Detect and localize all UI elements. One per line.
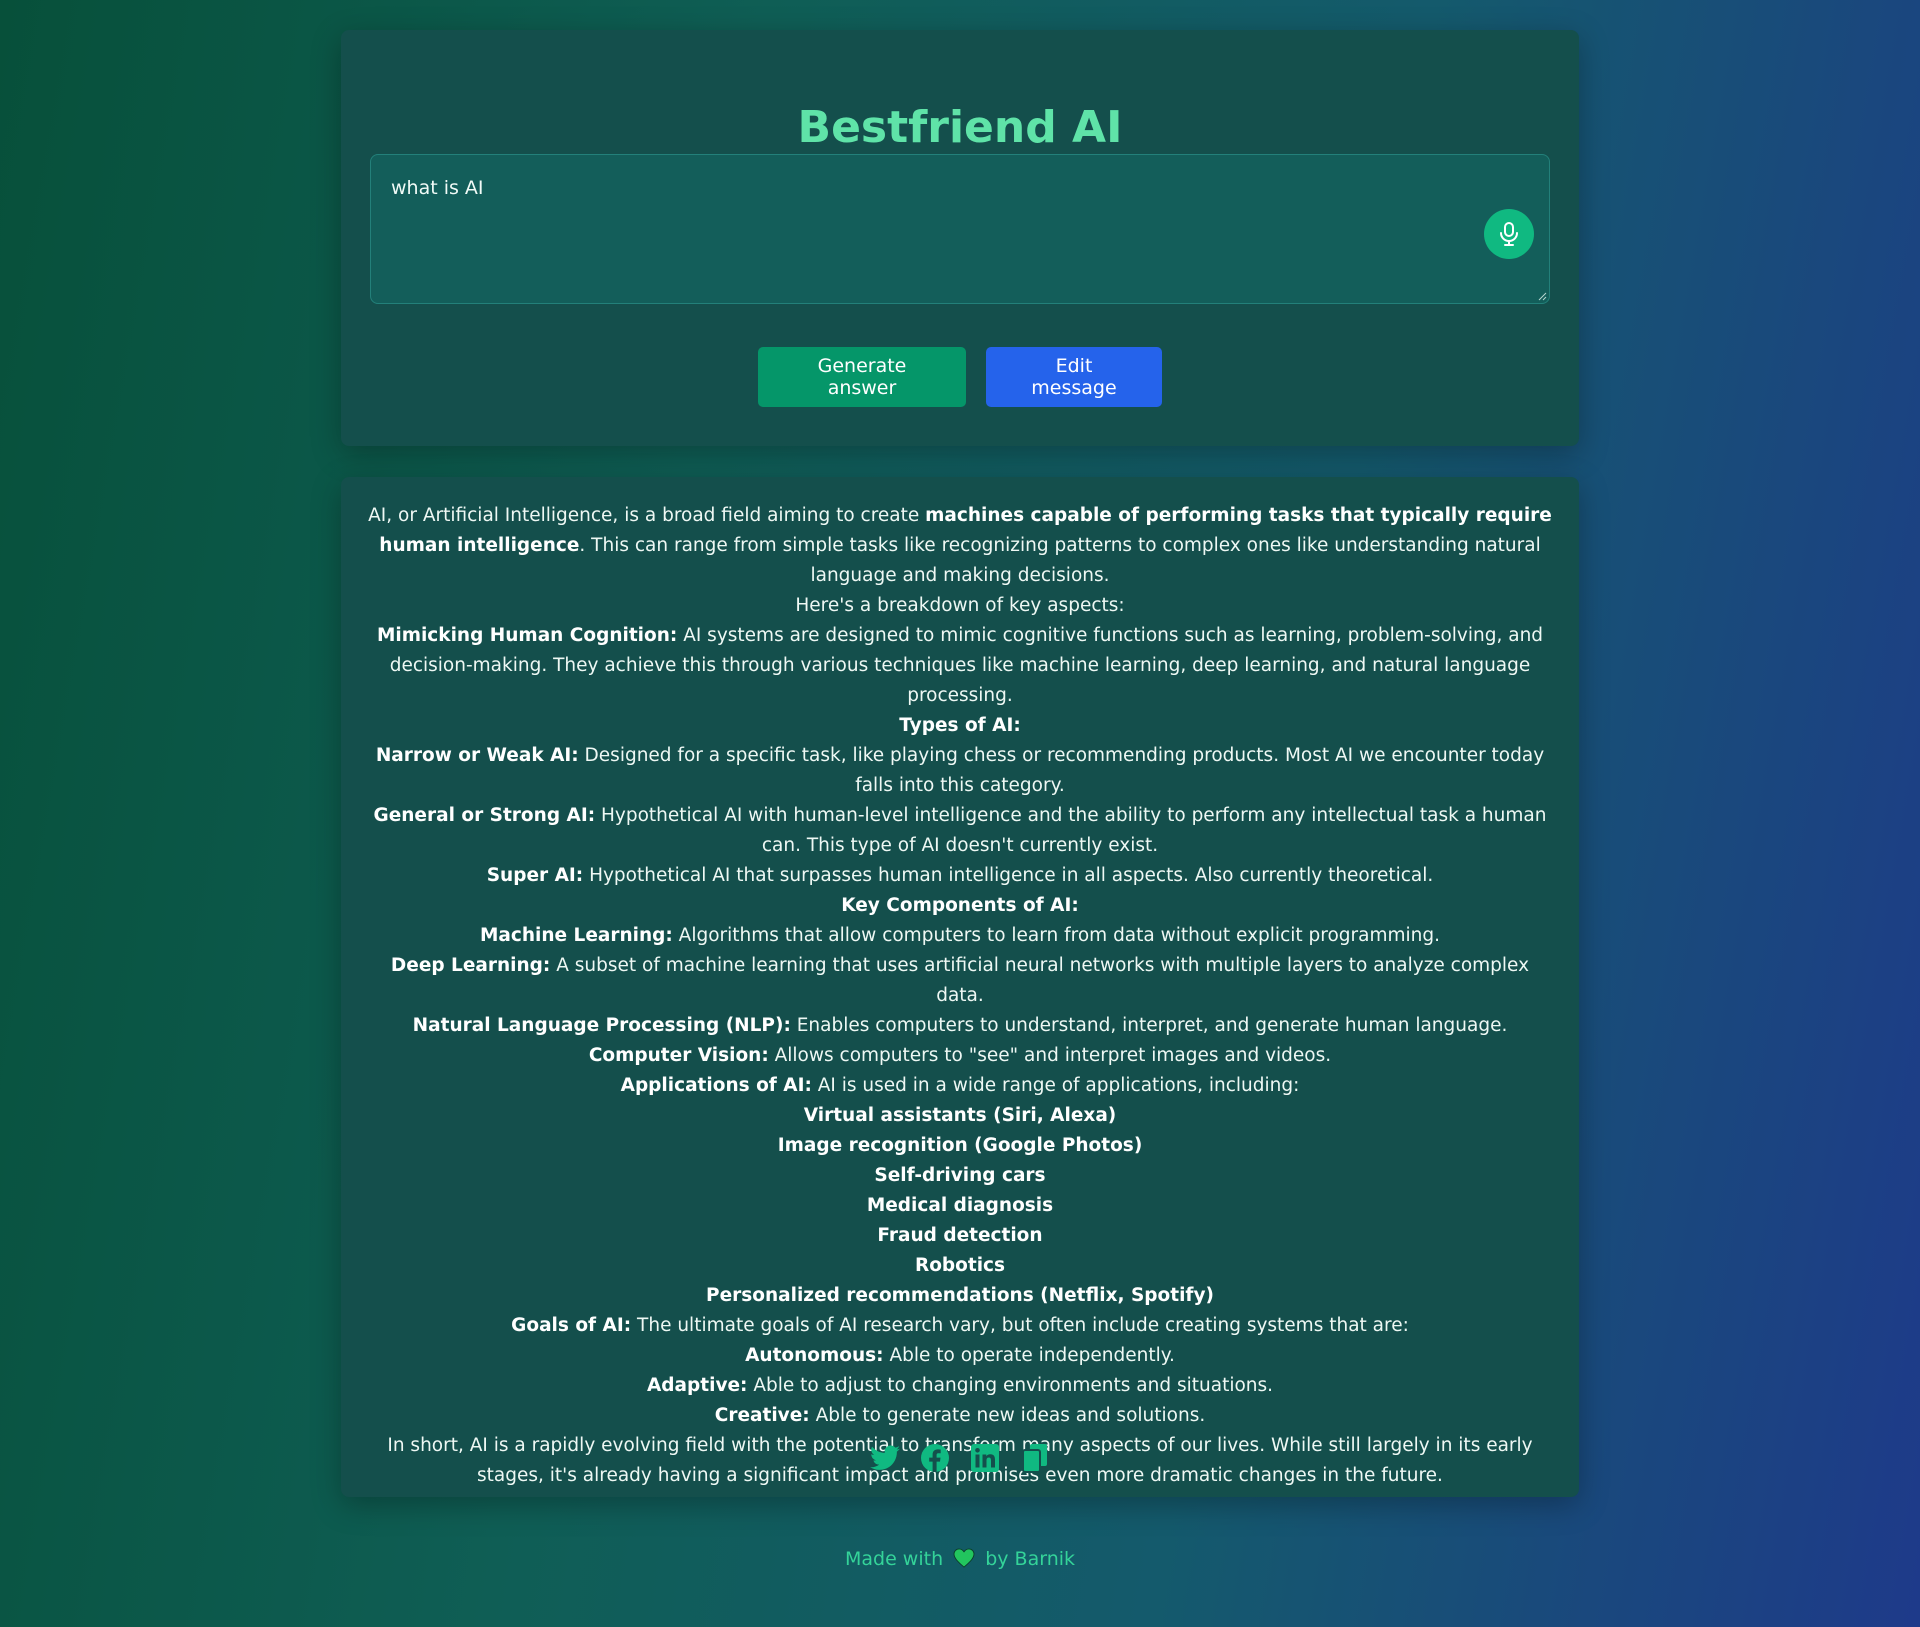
input-card: Bestfriend AI what is AI Generate answer… [341, 30, 1579, 446]
answer-nlp: Natural Language Processing (NLP): Enabl… [412, 1015, 1508, 1036]
action-buttons: Generate answer Edit message [341, 347, 1579, 407]
microphone-button[interactable] [1484, 209, 1534, 259]
list-item: Self-driving cars [874, 1165, 1046, 1186]
answer-adaptive: Adaptive: Able to adjust to changing env… [646, 1375, 1274, 1396]
app-title: Bestfriend AI [797, 102, 1123, 153]
footer-prefix: Made with [844, 1548, 944, 1570]
footer: Made with by Barnik [0, 1548, 1920, 1570]
edit-message-button[interactable]: Edit message [986, 347, 1162, 407]
answer-mimicking: Mimicking Human Cognition: AI systems ar… [376, 625, 1544, 706]
components-heading: Key Components of AI: [841, 895, 1079, 916]
list-item: Medical diagnosis [866, 1195, 1054, 1216]
answer-breakdown: Here's a breakdown of key aspects: [795, 595, 1125, 616]
answer-creative: Creative: Able to generate new ideas and… [714, 1405, 1206, 1426]
answer-general: General or Strong AI: Hypothetical AI wi… [373, 805, 1547, 856]
heart-icon [953, 1548, 975, 1568]
types-heading: Types of AI: [899, 715, 1021, 736]
share-icons [341, 1443, 1579, 1473]
list-item: Personalized recommendations (Netflix, S… [706, 1285, 1214, 1306]
answer-ml: Machine Learning: Algorithms that allow … [480, 925, 1440, 946]
answer-applications: Applications of AI: AI is used in a wide… [620, 1075, 1300, 1096]
list-item: Robotics [914, 1255, 1006, 1276]
resize-handle-icon[interactable] [1537, 291, 1547, 301]
answer-card: AI, or Artificial Intelligence, is a bro… [341, 477, 1579, 1497]
generate-answer-button[interactable]: Generate answer [758, 347, 966, 407]
list-item: Image recognition (Google Photos) [777, 1135, 1143, 1156]
twitter-icon [870, 1445, 900, 1470]
answer-super: Super AI: Hypothetical AI that surpasses… [486, 865, 1434, 886]
facebook-icon [921, 1444, 949, 1472]
twitter-share-button[interactable] [870, 1443, 900, 1473]
footer-suffix: by Barnik [985, 1548, 1076, 1570]
message-textarea[interactable]: what is AI [370, 154, 1550, 304]
linkedin-share-button[interactable] [970, 1443, 1000, 1473]
copy-button[interactable] [1020, 1443, 1050, 1473]
copy-icon [1022, 1444, 1047, 1473]
list-item: Virtual assistants (Siri, Alexa) [803, 1105, 1117, 1126]
answer-dl: Deep Learning: A subset of machine learn… [390, 955, 1530, 1006]
answer-narrow: Narrow or Weak AI: Designed for a specif… [375, 745, 1545, 796]
list-item: Fraud detection [877, 1225, 1043, 1246]
facebook-share-button[interactable] [920, 1443, 950, 1473]
answer-cv: Computer Vision: Allows computers to "se… [588, 1045, 1332, 1066]
answer-autonomous: Autonomous: Able to operate independentl… [745, 1345, 1175, 1366]
microphone-icon [1500, 222, 1518, 246]
message-text[interactable]: what is AI [391, 177, 484, 199]
answer-intro: AI, or Artificial Intelligence, is a bro… [368, 505, 1552, 586]
answer-goals: Goals of AI: The ultimate goals of AI re… [511, 1315, 1409, 1336]
answer-text: AI, or Artificial Intelligence, is a bro… [367, 501, 1553, 1491]
linkedin-icon [971, 1444, 999, 1472]
